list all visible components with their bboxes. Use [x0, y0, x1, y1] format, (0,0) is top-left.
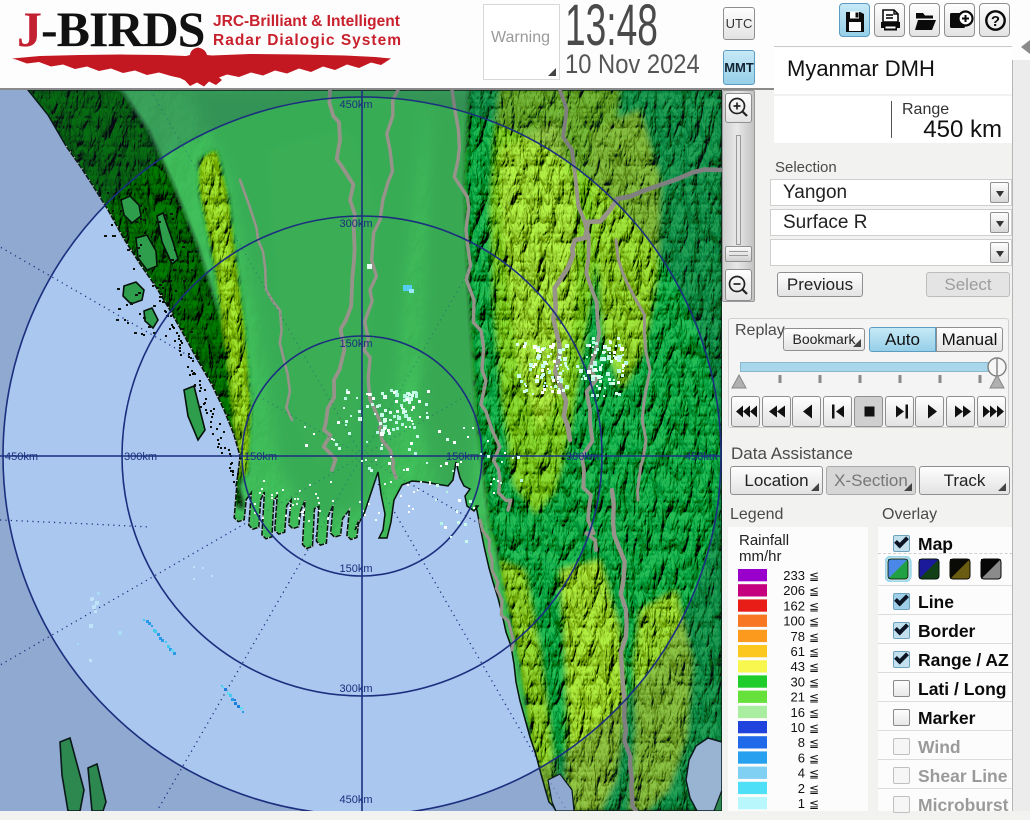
- svg-text:206: 206: [783, 583, 805, 598]
- svg-text:2: 2: [798, 781, 805, 796]
- svg-text:10: 10: [791, 720, 805, 735]
- svg-text:≦: ≦: [809, 767, 819, 781]
- svg-text:≦: ≦: [809, 584, 819, 598]
- svg-text:61: 61: [791, 644, 805, 659]
- svg-text:≦: ≦: [809, 721, 819, 735]
- svg-text:≦: ≦: [809, 630, 819, 644]
- svg-text:≦: ≦: [809, 782, 819, 796]
- svg-text:≦: ≦: [809, 615, 819, 629]
- svg-text:300km: 300km: [339, 218, 372, 230]
- svg-text:150km: 150km: [244, 451, 277, 463]
- svg-text:≦: ≦: [809, 645, 819, 659]
- svg-text:233: 233: [783, 569, 805, 583]
- svg-text:≦: ≦: [809, 736, 819, 750]
- svg-text:≦: ≦: [809, 675, 819, 689]
- svg-text:43: 43: [791, 659, 805, 674]
- svg-text:8: 8: [798, 735, 805, 750]
- svg-text:1: 1: [798, 796, 805, 811]
- svg-text:Radar Dialogic System: Radar Dialogic System: [213, 32, 402, 49]
- svg-text:150km: 150km: [446, 451, 479, 463]
- svg-text:21: 21: [791, 690, 805, 705]
- svg-text:≦: ≦: [809, 706, 819, 720]
- svg-text:≦: ≦: [809, 569, 819, 583]
- svg-text:450km: 450km: [339, 794, 372, 806]
- svg-text:≦: ≦: [809, 599, 819, 613]
- svg-text:16: 16: [791, 705, 805, 720]
- svg-text:150km: 150km: [339, 563, 372, 575]
- svg-text:JRC-Brilliant & Intelligent: JRC-Brilliant & Intelligent: [213, 13, 400, 30]
- svg-text:6: 6: [798, 750, 805, 765]
- svg-text:450km: 450km: [5, 451, 38, 463]
- svg-text:450km: 450km: [685, 451, 718, 463]
- svg-text:300km: 300km: [339, 683, 372, 695]
- svg-text:300km: 300km: [124, 451, 157, 463]
- svg-text:150km: 150km: [339, 338, 372, 350]
- svg-text:30: 30: [791, 674, 805, 689]
- svg-text:100: 100: [783, 614, 805, 629]
- svg-text:≦: ≦: [809, 691, 819, 705]
- svg-text:J-BIRDS: J-BIRDS: [17, 1, 204, 57]
- svg-text:78: 78: [791, 629, 805, 644]
- svg-text:162: 162: [783, 598, 805, 613]
- svg-text:≦: ≦: [809, 751, 819, 765]
- svg-text:4: 4: [798, 766, 805, 781]
- svg-text:?: ?: [991, 13, 1000, 30]
- svg-text:≦: ≦: [809, 660, 819, 674]
- svg-text:450km: 450km: [339, 99, 372, 111]
- svg-text:≦: ≦: [809, 797, 819, 811]
- svg-text:300km: 300km: [566, 451, 599, 463]
